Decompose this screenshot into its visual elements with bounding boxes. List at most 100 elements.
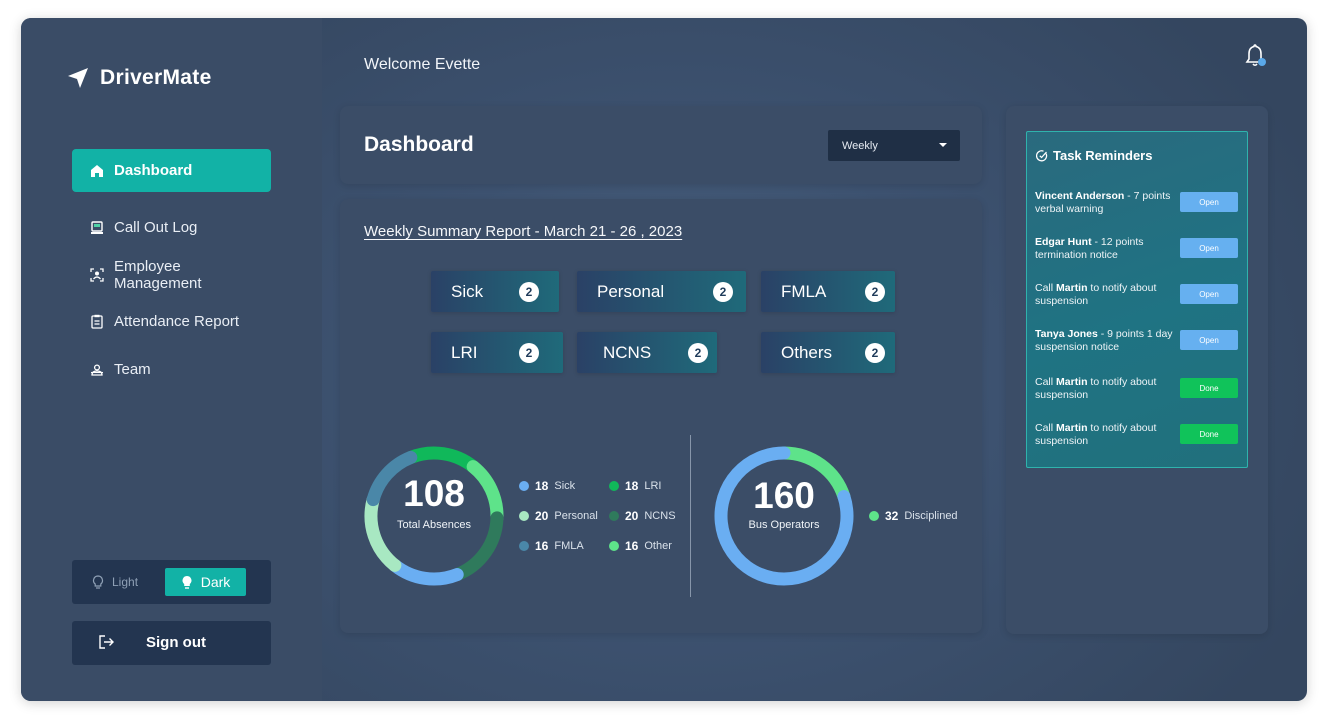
summary-report-title[interactable]: Weekly Summary Report - March 21 - 26 , …: [364, 223, 682, 240]
legend-item-sick: 18 Sick: [519, 479, 575, 493]
task-reminders-panel: Task Reminders Vincent Anderson - 7 poin…: [1006, 106, 1268, 634]
category-count-badge: 2: [865, 282, 885, 302]
task-done-button[interactable]: Done: [1180, 424, 1238, 444]
legend-dot: [519, 541, 529, 551]
page-title: Dashboard: [364, 133, 474, 156]
navigation-arrow-icon: [68, 68, 88, 88]
category-personal[interactable]: Personal 2: [577, 271, 746, 312]
app-window: DriverMate Dashboard Call Out Log Employ…: [21, 18, 1307, 701]
legend-item-lri: 18 LRI: [609, 479, 661, 493]
task-description: Vincent Anderson - 7 points verbal warni…: [1035, 190, 1173, 216]
category-count-badge: 2: [519, 282, 539, 302]
legend-label: NCNS: [644, 510, 676, 522]
app-name: DriverMate: [100, 66, 212, 89]
donut-segment-sick: [388, 558, 464, 586]
vertical-divider: [690, 435, 691, 597]
clipboard-icon: [91, 314, 103, 329]
category-sick[interactable]: Sick 2: [431, 271, 559, 312]
legend-item-ncns: 20 NCNS: [609, 509, 676, 523]
legend-value: 20: [535, 509, 549, 523]
period-value: Weekly: [842, 139, 878, 152]
theme-toggle: Light Dark: [72, 560, 271, 604]
category-label: FMLA: [781, 282, 827, 301]
team-icon: [91, 363, 103, 376]
category-lri[interactable]: LRI 2: [431, 332, 563, 373]
legend-value: 32: [885, 509, 899, 523]
task-done-button[interactable]: Done: [1180, 378, 1238, 398]
category-count-badge: 2: [865, 343, 885, 363]
task-reminders-card: Task Reminders Vincent Anderson - 7 poin…: [1026, 131, 1248, 468]
legend-value: 16: [625, 539, 639, 553]
sidebar-item-attendance-report[interactable]: Attendance Report: [72, 300, 271, 343]
category-fmla[interactable]: FMLA 2: [761, 271, 895, 312]
summary-panel: Weekly Summary Report - March 21 - 26 , …: [340, 199, 982, 633]
task-open-button[interactable]: Open: [1180, 284, 1238, 304]
category-count-badge: 2: [713, 282, 733, 302]
task-open-button[interactable]: Open: [1180, 192, 1238, 212]
legend-dot: [609, 481, 619, 491]
task-reminder-item: Call Martin to notify about suspension Do…: [1035, 422, 1241, 452]
sidebar: DriverMate Dashboard Call Out Log Employ…: [21, 18, 322, 701]
legend-dot: [869, 511, 879, 521]
task-reminder-item: Edgar Hunt - 12 points termination notic…: [1035, 236, 1241, 266]
notifications-button[interactable]: [1244, 44, 1268, 75]
task-person-name: Martin: [1056, 376, 1088, 388]
sidebar-item-employee-management[interactable]: Employee Management: [72, 253, 271, 296]
legend-label: LRI: [644, 480, 662, 492]
theme-light-label: Light: [112, 575, 139, 589]
app-logo[interactable]: DriverMate: [66, 66, 212, 90]
task-reminder-item: Call Martin to notify about suspension Do…: [1035, 376, 1241, 406]
category-label: Personal: [597, 282, 665, 301]
legend-value: 16: [535, 539, 549, 553]
legend-dot: [519, 481, 529, 491]
bus-operators-value: 160: [753, 475, 815, 516]
task-person-name: Vincent Anderson: [1035, 190, 1125, 202]
task-reminder-item: Vincent Anderson - 7 points verbal warni…: [1035, 190, 1241, 220]
category-count-badge: 2: [688, 343, 708, 363]
category-count-badge: 2: [519, 343, 539, 363]
id-badge-icon: [90, 267, 104, 282]
legend-label: Other: [644, 540, 672, 552]
legend-item-personal: 20 Personal: [519, 509, 598, 523]
task-person-name: Edgar Hunt: [1035, 236, 1092, 248]
legend-label: FMLA: [554, 540, 584, 552]
period-dropdown[interactable]: Weekly: [828, 130, 960, 161]
task-open-button[interactable]: Open: [1180, 330, 1238, 350]
legend-item-fmla: 16 FMLA: [519, 539, 584, 553]
sidebar-item-label: Dashboard: [114, 162, 193, 179]
signout-button[interactable]: Sign out: [72, 621, 271, 665]
task-description: Call Martin to notify about suspension: [1035, 376, 1173, 402]
theme-dark-option[interactable]: Dark: [165, 568, 246, 596]
task-description: Tanya Jones - 9 points 1 day suspension …: [1035, 328, 1173, 354]
task-description: Call Martin to notify about suspension: [1035, 282, 1173, 308]
sidebar-item-label: Attendance Report: [114, 313, 240, 330]
legend-value: 20: [625, 509, 639, 523]
category-label: NCNS: [603, 343, 652, 362]
caret-down-icon: [939, 143, 947, 147]
legend-value: 18: [625, 479, 639, 493]
theme-dark-label: Dark: [200, 574, 231, 590]
legend-value: 18: [535, 479, 549, 493]
task-description: Call Martin to notify about suspension: [1035, 422, 1173, 448]
category-ncns[interactable]: NCNS 2: [577, 332, 717, 373]
legend-item-disciplined: 32 Disciplined: [869, 509, 958, 523]
bus-operators-label: Bus Operators: [748, 519, 820, 531]
total-absences-value: 108: [403, 473, 465, 514]
task-open-button[interactable]: Open: [1180, 238, 1238, 258]
task-reminder-item: Tanya Jones - 9 points 1 day suspension …: [1035, 328, 1241, 358]
sidebar-item-call-out-log[interactable]: Call Out Log: [72, 206, 271, 249]
legend-dot: [609, 541, 619, 551]
sidebar-item-dashboard[interactable]: Dashboard: [72, 149, 271, 192]
total-absences-donut: [364, 446, 504, 586]
category-others[interactable]: Others 2: [761, 332, 895, 373]
legend-label: Disciplined: [904, 510, 958, 522]
task-person-name: Tanya Jones: [1035, 328, 1098, 340]
theme-light-option[interactable]: Light: [92, 568, 138, 596]
legend-dot: [609, 511, 619, 521]
bell-icon: [1245, 44, 1266, 67]
task-text-prefix: Call: [1035, 376, 1057, 388]
task-reminders-title: Task Reminders: [1053, 148, 1153, 163]
sidebar-item-team[interactable]: Team: [72, 348, 271, 391]
category-label: LRI: [451, 343, 478, 362]
task-text-prefix: Call: [1035, 282, 1057, 294]
